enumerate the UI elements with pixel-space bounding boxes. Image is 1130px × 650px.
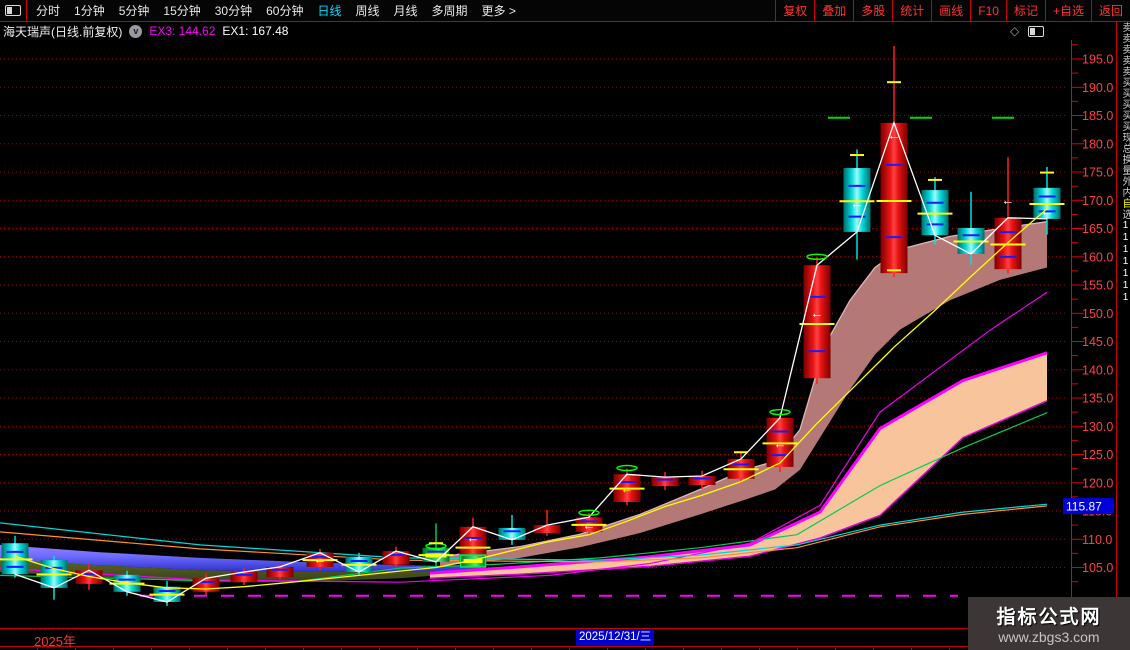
sidebar-clipped-text: 卖卖卖卖卖买买买买买现总换量外内自选1111111 [1120, 22, 1130, 304]
clipped-prices: 1111111 [1120, 220, 1130, 304]
green-oval-marker [616, 464, 638, 472]
candle-body [498, 527, 526, 540]
selected-date-label: 2025/12/31/三 [576, 630, 655, 645]
header-right-icons: ◇ [1010, 24, 1045, 38]
svg-text:145.0: 145.0 [1082, 335, 1113, 349]
menu-weekly[interactable]: 周线 [355, 2, 379, 19]
svg-text:130.0: 130.0 [1082, 420, 1113, 434]
add-favorite-button[interactable]: +自选 [1044, 0, 1091, 21]
menu-monthly[interactable]: 月线 [394, 2, 418, 19]
arrow-left-marker: ← [467, 530, 480, 545]
menu-more[interactable]: 更多 > [482, 2, 516, 19]
green-oval-marker [578, 509, 600, 516]
toolbar-buttons: 复权 叠加 多股 统计 画线 F10 标记 +自选 返回 [775, 0, 1130, 21]
period-menu: 分时 1分钟 5分钟 15分钟 30分钟 60分钟 日线 周线 月线 多周期 更… [27, 0, 516, 21]
svg-text:180.0: 180.0 [1082, 137, 1113, 151]
svg-text:160.0: 160.0 [1082, 250, 1113, 264]
arrow-left-marker: ← [851, 196, 864, 211]
current-price-label: 115.87 [1066, 500, 1102, 514]
arrow-left-marker: ← [1041, 204, 1054, 219]
svg-text:120.0: 120.0 [1082, 476, 1113, 490]
menu-1min[interactable]: 1分钟 [74, 2, 105, 19]
multi-stock-button[interactable]: 多股 [853, 0, 892, 21]
overlay-button[interactable]: 叠加 [814, 0, 853, 21]
green-oval-marker [769, 408, 791, 416]
signal-markers: ← ← ← ← ← ← ← ← ← ← [314, 81, 1054, 567]
candle-body [688, 475, 716, 486]
svg-text:170.0: 170.0 [1082, 194, 1113, 208]
watermark: 指标公式网 www.zbgs3.com [968, 597, 1130, 650]
layout-button[interactable] [0, 0, 27, 21]
chevron-down-icon[interactable]: v [129, 24, 143, 38]
watermark-url: www.zbgs3.com [998, 629, 1100, 645]
arrow-left-marker: ← [583, 518, 596, 533]
f10-button[interactable]: F10 [970, 0, 1006, 21]
svg-text:135.0: 135.0 [1082, 392, 1113, 406]
arrow-left-marker: ← [888, 127, 901, 142]
arrow-left-marker: ← [811, 305, 824, 320]
favorite-label: 自 [1120, 198, 1130, 209]
svg-text:140.0: 140.0 [1082, 363, 1113, 377]
chart-header: 海天瑞声(日线.前复权) v EX3: 144.62 EX1: 167.48 [0, 23, 1000, 39]
svg-text:125.0: 125.0 [1082, 448, 1113, 462]
arrow-left-marker: ← [621, 481, 634, 496]
price-axis: 195.0 190.0 185.0 180.0 175.0 170.0 165.0 160.0… [1063, 40, 1114, 628]
arrow-left-marker: ← [314, 552, 327, 567]
statistics-button[interactable]: 统计 [892, 0, 931, 21]
menu-15min[interactable]: 15分钟 [163, 2, 200, 19]
watermark-title: 指标公式网 [996, 607, 1102, 628]
candle-body [651, 477, 679, 487]
draw-line-button[interactable]: 画线 [931, 0, 970, 21]
menu-multiperiod[interactable]: 多周期 [432, 2, 468, 19]
menu-fenshi[interactable]: 分时 [36, 2, 60, 19]
right-quote-sidebar[interactable]: 卖卖卖卖卖买买买买买现总换量外内自选1111111 [1116, 22, 1130, 650]
candle-body [803, 265, 831, 379]
menu-60min[interactable]: 60分钟 [266, 2, 303, 19]
svg-text:150.0: 150.0 [1082, 307, 1113, 321]
menu-5min[interactable]: 5分钟 [119, 2, 150, 19]
stock-app-window: 分时 1分钟 5分钟 15分钟 30分钟 60分钟 日线 周线 月线 多周期 更… [0, 0, 1130, 650]
adjust-price-button[interactable]: 复权 [775, 0, 814, 21]
svg-text:165.0: 165.0 [1082, 222, 1113, 236]
arrow-left-marker: ← [1002, 192, 1015, 207]
candle-body [192, 578, 220, 592]
svg-text:155.0: 155.0 [1082, 279, 1113, 293]
candle-body [880, 122, 908, 274]
svg-text:110.0: 110.0 [1082, 533, 1112, 547]
menu-daily[interactable]: 日线 [317, 2, 341, 19]
svg-text:195.0: 195.0 [1082, 53, 1113, 67]
arrow-left-marker: ← [774, 436, 787, 451]
time-axis[interactable]: 2025年 2025/12/31/三 [0, 628, 1130, 649]
back-button[interactable]: 返回 [1090, 0, 1130, 21]
split-pane-icon [5, 5, 21, 16]
svg-text:185.0: 185.0 [1082, 109, 1113, 123]
ex3-value: EX3: 144.62 [149, 24, 216, 38]
symbol-title: 海天瑞声(日线.前复权) [3, 24, 123, 39]
svg-text:105.0: 105.0 [1082, 561, 1113, 575]
candlestick-chart-canvas[interactable]: 195.0 190.0 185.0 180.0 175.0 170.0 165.0 160.0… [0, 40, 1130, 628]
window-icon[interactable] [1028, 26, 1045, 37]
diamond-icon[interactable]: ◇ [1010, 24, 1019, 38]
top-menu-bar: 分时 1分钟 5分钟 15分钟 30分钟 60分钟 日线 周线 月线 多周期 更… [0, 0, 1130, 22]
svg-text:175.0: 175.0 [1082, 166, 1113, 180]
menu-30min[interactable]: 30分钟 [215, 2, 252, 19]
svg-text:190.0: 190.0 [1082, 81, 1113, 95]
mark-button[interactable]: 标记 [1005, 0, 1045, 21]
ex1-value: EX1: 167.48 [222, 24, 289, 38]
